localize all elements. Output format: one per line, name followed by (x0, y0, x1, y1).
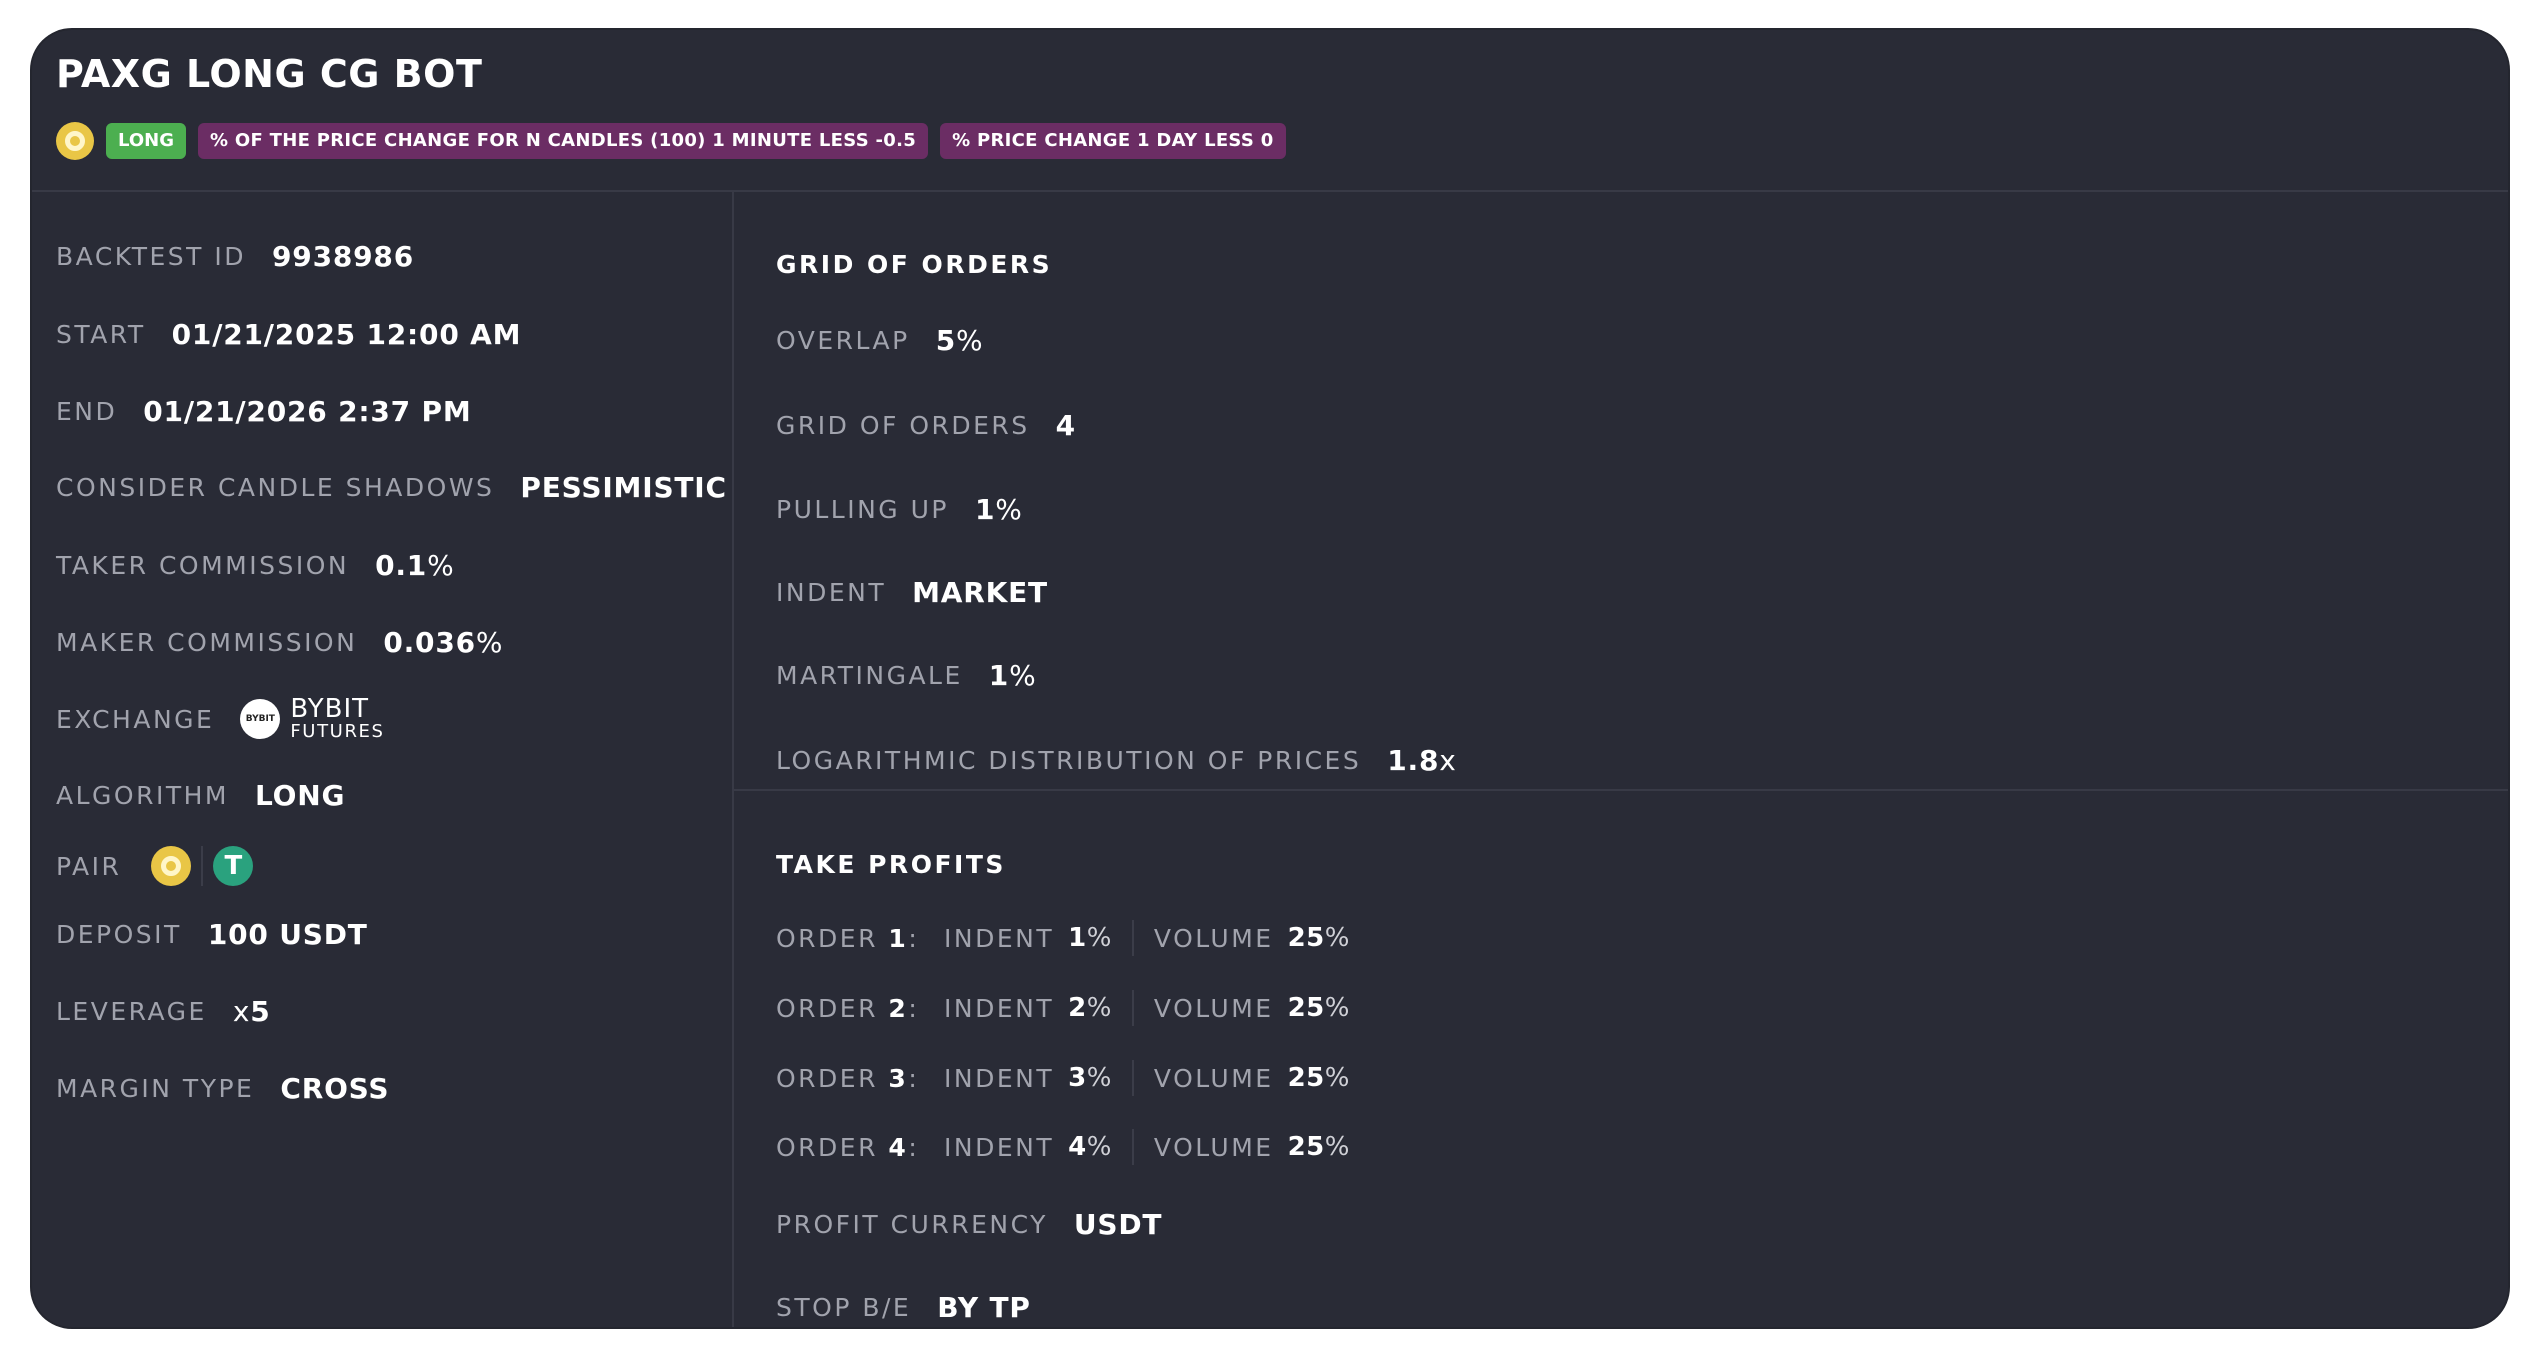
maker-commission-value: 0.036% (383, 626, 504, 659)
pulling-up-row: PULLING UP 1% (776, 493, 1023, 526)
algorithm-value: LONG (254, 779, 346, 812)
take-profit-row: ORDER 3: INDENT 3% VOLUME 25% (776, 1060, 1350, 1096)
exchange-name: BYBIT (290, 694, 370, 724)
backtest-id-row: BACKTEST ID 9938986 (56, 240, 414, 273)
candle-shadows-row: CONSIDER CANDLE SHADOWS PESSIMISTIC (56, 471, 727, 504)
strategy-panel: GRID OF ORDERS OVERLAP 5% GRID OF ORDERS… (734, 192, 2508, 1327)
leverage-value: x5 (232, 995, 271, 1028)
indent-value: MARKET (912, 576, 1048, 609)
long-badge: LONG (106, 123, 186, 159)
candle-shadows-label: CONSIDER CANDLE SHADOWS (56, 473, 495, 502)
pair-icons: T (151, 846, 254, 886)
bot-card: PAXG LONG CG BOT LONG % OF THE PRICE CHA… (32, 30, 2508, 1327)
deposit-label: DEPOSIT (56, 920, 182, 949)
stop-be-value: BY TP (937, 1291, 1031, 1324)
take-profits-title: TAKE PROFITS (776, 850, 1006, 879)
indent-label: INDENT (776, 578, 887, 607)
tp-order-label: ORDER 1: (776, 923, 920, 953)
grid-orders-value: 4 (1055, 409, 1076, 442)
end-value: 01/21/2026 2:37 PM (143, 395, 472, 428)
backtest-id-value: 9938986 (272, 240, 414, 273)
log-distribution-label: LOGARITHMIC DISTRIBUTION OF PRICES (776, 746, 1362, 775)
taker-commission-row: TAKER COMMISSION 0.1% (56, 549, 455, 582)
settings-panel: BACKTEST ID 9938986 START 01/21/2025 12:… (32, 192, 734, 1327)
algorithm-label: ALGORITHM (56, 781, 229, 810)
maker-commission-label: MAKER COMMISSION (56, 628, 358, 657)
pair-label: PAIR (56, 851, 122, 881)
grid-orders-row: GRID OF ORDERS 4 (776, 409, 1076, 442)
maker-commission-row: MAKER COMMISSION 0.036% (56, 626, 503, 659)
tp-volume: VOLUME 25% (1153, 993, 1350, 1023)
pulling-up-value: 1% (975, 493, 1023, 526)
pulling-up-label: PULLING UP (776, 495, 949, 524)
take-profit-row: ORDER 2: INDENT 2% VOLUME 25% (776, 990, 1350, 1026)
log-distribution-row: LOGARITHMIC DISTRIBUTION OF PRICES 1.8x (776, 744, 1457, 777)
start-value: 01/21/2025 12:00 AM (171, 318, 522, 351)
stop-be-row: STOP B/E BY TP (776, 1291, 1031, 1324)
tp-indent: INDENT 2% (944, 993, 1112, 1023)
take-profit-row: ORDER 4: INDENT 4% VOLUME 25% (776, 1129, 1350, 1165)
bot-title: PAXG LONG CG BOT (56, 52, 483, 96)
usdt-icon: T (213, 846, 254, 886)
pair-row: PAIR T (56, 846, 254, 886)
margin-type-value: CROSS (280, 1072, 390, 1105)
profit-currency-value: USDT (1073, 1208, 1163, 1241)
condition-badge-candles: % OF THE PRICE CHANGE FOR N CANDLES (100… (197, 123, 929, 159)
backtest-id-label: BACKTEST ID (56, 242, 246, 271)
grid-orders-label: GRID OF ORDERS (776, 411, 1030, 440)
profit-currency-row: PROFIT CURRENCY USDT (776, 1208, 1162, 1241)
stop-be-label: STOP B/E (776, 1293, 912, 1322)
paxg-coin-icon (56, 122, 94, 160)
martingale-row: MARTINGALE 1% (776, 659, 1036, 692)
margin-type-row: MARGIN TYPE CROSS (56, 1072, 389, 1105)
deposit-value: 100 USDT (207, 918, 368, 951)
log-distribution-value: 1.8x (1387, 744, 1457, 777)
overlap-row: OVERLAP 5% (776, 324, 983, 357)
taker-commission-label: TAKER COMMISSION (56, 551, 350, 580)
tp-order-label: ORDER 3: (776, 1063, 920, 1093)
margin-type-label: MARGIN TYPE (56, 1074, 255, 1103)
tp-volume: VOLUME 25% (1153, 1132, 1350, 1162)
tp-order-label: ORDER 4: (776, 1132, 920, 1162)
badge-row: LONG % OF THE PRICE CHANGE FOR N CANDLES… (56, 122, 1286, 160)
bybit-logo-icon: BYBIT (240, 699, 281, 740)
exchange-row: EXCHANGE BYBIT BYBIT FUTURES (56, 694, 385, 743)
end-label: END (56, 397, 118, 426)
card-header: PAXG LONG CG BOT LONG % OF THE PRICE CHA… (32, 30, 2508, 192)
take-profit-row: ORDER 1: INDENT 1% VOLUME 25% (776, 920, 1350, 956)
tp-indent: INDENT 3% (944, 1063, 1112, 1093)
tp-indent: INDENT 4% (944, 1132, 1112, 1162)
paxg-icon (151, 846, 192, 886)
martingale-value: 1% (988, 659, 1037, 692)
exchange-label: EXCHANGE (56, 704, 215, 734)
exchange-value: BYBIT BYBIT FUTURES (240, 694, 385, 743)
tp-volume: VOLUME 25% (1153, 1063, 1350, 1093)
start-label: START (56, 320, 146, 349)
overlap-label: OVERLAP (776, 326, 910, 355)
tp-order-label: ORDER 2: (776, 993, 920, 1023)
grid-section-title: GRID OF ORDERS (776, 250, 1053, 279)
start-row: START 01/21/2025 12:00 AM (56, 318, 521, 351)
indent-row: INDENT MARKET (776, 576, 1048, 609)
section-divider (734, 789, 2508, 791)
leverage-label: LEVERAGE (56, 997, 207, 1026)
taker-commission-value: 0.1% (375, 549, 455, 582)
deposit-row: DEPOSIT 100 USDT (56, 918, 368, 951)
profit-currency-label: PROFIT CURRENCY (776, 1210, 1048, 1239)
tp-indent: INDENT 1% (944, 923, 1112, 953)
overlap-value: 5% (935, 324, 984, 357)
martingale-label: MARTINGALE (776, 661, 963, 690)
candle-shadows-value: PESSIMISTIC (520, 471, 727, 504)
end-row: END 01/21/2026 2:37 PM (56, 395, 472, 428)
tp-volume: VOLUME 25% (1153, 923, 1350, 953)
algorithm-row: ALGORITHM LONG (56, 779, 345, 812)
condition-badge-day: % PRICE CHANGE 1 DAY LESS 0 (940, 123, 1286, 159)
leverage-row: LEVERAGE x5 (56, 995, 270, 1028)
exchange-type: FUTURES (290, 721, 385, 743)
